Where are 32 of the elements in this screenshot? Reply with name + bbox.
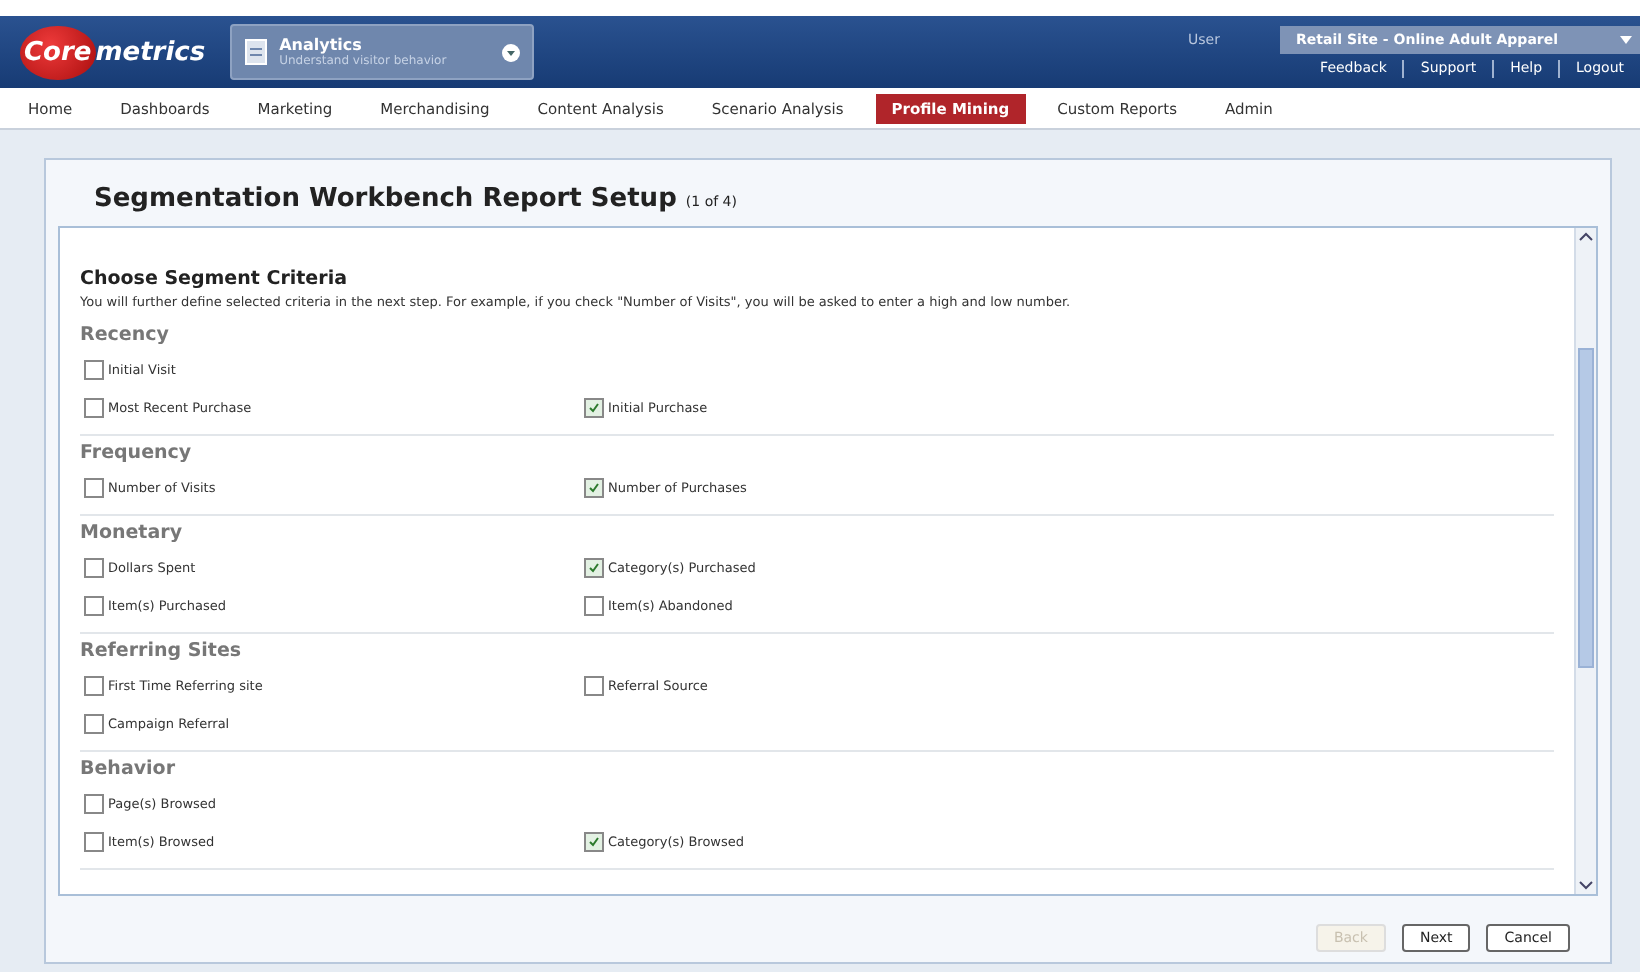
section-heading: Behavior [80, 758, 178, 780]
dropdown-icon [501, 43, 520, 61]
check-icon [588, 401, 600, 413]
section-heading: Recency [80, 324, 171, 346]
checkbox[interactable] [584, 477, 604, 497]
checkbox[interactable] [84, 595, 104, 615]
checkbox[interactable] [84, 793, 104, 813]
checkbox[interactable] [84, 397, 104, 417]
section-heading: Monetary [80, 522, 185, 544]
checkbox[interactable] [84, 713, 104, 733]
logo: Coremetrics [20, 25, 206, 79]
app-title: Analytics [279, 36, 364, 54]
checkbox[interactable] [84, 675, 104, 695]
checkbox[interactable] [84, 557, 104, 577]
criteria-heading: Choose Segment Criteria [80, 268, 349, 290]
document-icon [243, 38, 268, 66]
scrollbar-thumb[interactable] [1578, 348, 1594, 668]
section-heading: Frequency [80, 442, 194, 464]
check-icon [588, 561, 600, 573]
checkbox[interactable] [584, 595, 604, 615]
checkbox[interactable] [584, 557, 604, 577]
checkbox[interactable] [584, 397, 604, 417]
checkbox[interactable] [84, 477, 104, 497]
section-heading: Referring Sites [80, 640, 244, 662]
checkbox[interactable] [584, 675, 604, 695]
check-icon [588, 835, 600, 847]
scrollbar[interactable] [1574, 228, 1596, 894]
checkbox[interactable] [584, 831, 604, 851]
check-icon [588, 481, 600, 493]
checkbox[interactable] [84, 359, 104, 379]
checkbox[interactable] [84, 831, 104, 851]
caret-icon [1620, 36, 1632, 44]
